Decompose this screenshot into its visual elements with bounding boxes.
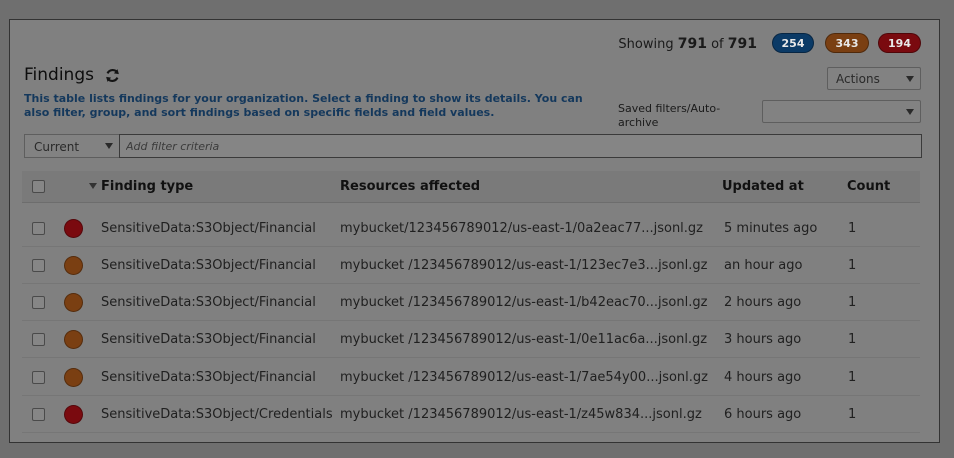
row-checkbox[interactable] [32, 222, 45, 235]
row-checkbox[interactable] [32, 259, 45, 272]
resource-cell: mybucket /123456789012/us-east-1/7ae54y0… [340, 370, 708, 385]
saved-filters-select[interactable] [762, 100, 921, 123]
showing-label: Showing [618, 37, 674, 52]
severity-icon [64, 293, 83, 312]
updated-at-cell: an hour ago [724, 258, 803, 273]
table-row[interactable]: SensitiveData:S3Object/Financial mybucket… [22, 247, 920, 284]
updated-at-cell: 2 hours ago [724, 295, 802, 310]
resource-cell: mybucket /123456789012/us-east-1/0e11ac6… [340, 332, 708, 347]
resource-cell: mybucket/123456789012/us-east-1/0a2eac77… [340, 221, 704, 236]
finding-type-cell[interactable]: SensitiveData:S3Object/Financial [101, 258, 316, 273]
resource-cell: mybucket /123456789012/us-east-1/123ec7e… [340, 258, 708, 273]
findings-panel: Showing 791 of 791 254 343 194 Findings … [9, 19, 940, 443]
count-cell: 1 [848, 258, 857, 273]
severity-icon [64, 330, 83, 349]
updated-at-cell: 3 hours ago [724, 332, 802, 347]
count-cell: 1 [848, 332, 857, 347]
column-resources-affected[interactable]: Resources affected [340, 179, 480, 194]
showing-count: Showing 791 of 791 [618, 36, 757, 52]
severity-high-badge[interactable]: 194 [878, 33, 921, 53]
resource-cell: mybucket /123456789012/us-east-1/z45w834… [340, 407, 702, 422]
sort-icon[interactable] [89, 183, 97, 189]
page-title: Findings [24, 65, 94, 85]
severity-icon [64, 219, 83, 238]
table-header: Finding type Resources affected Updated … [22, 171, 920, 203]
finding-type-cell[interactable]: SensitiveData:S3Object/Financial [101, 332, 316, 347]
status-filter-value: Current [34, 140, 80, 154]
row-checkbox[interactable] [32, 371, 45, 384]
chevron-down-icon [105, 143, 113, 149]
of-label: of [711, 37, 724, 52]
severity-icon [64, 405, 83, 424]
status-filter-select[interactable]: Current [24, 134, 119, 158]
row-checkbox[interactable] [32, 296, 45, 309]
finding-type-cell[interactable]: SensitiveData:S3Object/Financial [101, 295, 316, 310]
row-checkbox[interactable] [32, 408, 45, 421]
count-cell: 1 [848, 407, 857, 422]
severity-icon [64, 368, 83, 387]
finding-type-cell[interactable]: SensitiveData:S3Object/Financial [101, 221, 316, 236]
resource-cell: mybucket /123456789012/us-east-1/b42eac7… [340, 295, 708, 310]
shown-count: 791 [677, 36, 707, 52]
filter-bar: Current [24, 134, 922, 158]
chevron-down-icon [906, 109, 914, 115]
updated-at-cell: 6 hours ago [724, 407, 802, 422]
count-cell: 1 [848, 221, 857, 236]
table-row[interactable]: SensitiveData:S3Object/Financial mybucket… [22, 284, 920, 321]
finding-type-cell[interactable]: SensitiveData:S3Object/Credentials [101, 407, 333, 422]
count-cell: 1 [848, 295, 857, 310]
severity-low-badge[interactable]: 254 [772, 33, 814, 53]
table-row[interactable]: SensitiveData:S3Object/Financial mybucket… [22, 321, 920, 358]
title-row: Findings [24, 65, 121, 85]
table-row[interactable]: SensitiveData:S3Object/Credentials mybuck… [22, 396, 920, 433]
page-description: This table lists findings for your organ… [24, 92, 583, 119]
total-count: 791 [727, 36, 757, 52]
row-checkbox[interactable] [32, 333, 45, 346]
updated-at-cell: 4 hours ago [724, 370, 802, 385]
finding-type-cell[interactable]: SensitiveData:S3Object/Financial [101, 370, 316, 385]
select-all-checkbox[interactable] [32, 180, 45, 193]
column-updated-at[interactable]: Updated at [722, 179, 804, 194]
table-row[interactable]: SensitiveData:S3Object/Financial mybucket… [22, 359, 920, 396]
updated-at-cell: 5 minutes ago [724, 221, 818, 236]
refresh-icon[interactable] [104, 67, 121, 84]
saved-filters-label: Saved filters/Auto-archive [618, 102, 721, 129]
count-cell: 1 [848, 370, 857, 385]
actions-dropdown[interactable]: Actions [827, 67, 921, 90]
filter-criteria-input[interactable] [119, 134, 922, 158]
column-finding-type[interactable]: Finding type [101, 179, 193, 194]
severity-medium-badge[interactable]: 343 [825, 33, 869, 53]
actions-label: Actions [836, 72, 880, 86]
severity-icon [64, 256, 83, 275]
table-row[interactable]: SensitiveData:S3Object/Financial mybucket… [22, 210, 920, 247]
column-count[interactable]: Count [847, 179, 890, 194]
chevron-down-icon [906, 76, 914, 82]
